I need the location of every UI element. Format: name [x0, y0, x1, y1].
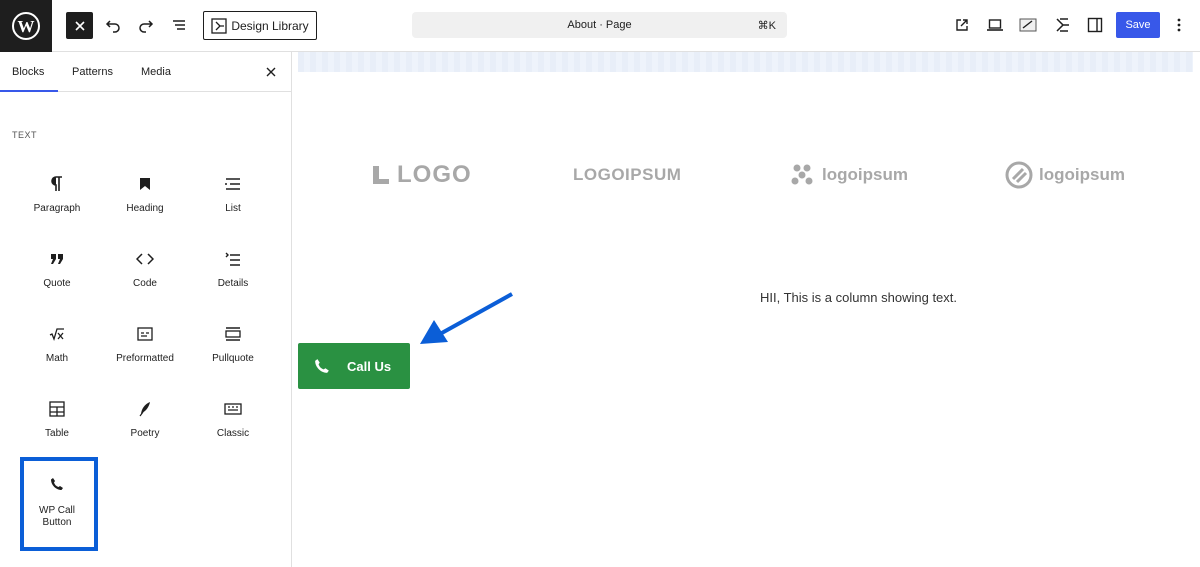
- block-label: Math: [45, 353, 69, 364]
- design-library-label: Design Library: [231, 18, 309, 33]
- list-view-icon: [173, 20, 185, 30]
- design-library-button[interactable]: Design Library: [203, 11, 317, 40]
- redo-button[interactable]: [135, 14, 157, 36]
- block-label: Poetry: [130, 428, 160, 439]
- block-label: Details: [217, 278, 249, 289]
- logo-4-text: logoipsum: [1039, 165, 1125, 184]
- block-label: Heading: [126, 203, 164, 214]
- block-list[interactable]: List: [193, 173, 273, 233]
- pattern-strip: [298, 52, 1193, 72]
- block-quote[interactable]: Quote: [17, 248, 97, 308]
- options-menu-button[interactable]: [1170, 15, 1188, 35]
- tab-blocks[interactable]: Blocks: [12, 66, 44, 78]
- logo-mark-icon: [373, 166, 389, 184]
- logo-4: logoipsum: [1005, 160, 1125, 190]
- save-button[interactable]: Save: [1116, 12, 1160, 38]
- logo-circle-icon: [1005, 161, 1033, 189]
- laptop-icon: [987, 19, 1003, 31]
- tab-patterns[interactable]: Patterns: [72, 66, 113, 78]
- call-us-label: Call Us: [347, 358, 392, 374]
- editor-top-bar: W Design Library About · Page ⌘K Save: [0, 0, 1200, 52]
- block-label: List: [225, 203, 241, 214]
- block-label: Classic: [216, 428, 250, 439]
- block-label: Preformatted: [116, 353, 174, 364]
- svg-text:W: W: [18, 17, 35, 36]
- block-classic[interactable]: Classic: [193, 398, 273, 458]
- block-heading[interactable]: Heading: [105, 173, 185, 233]
- wordpress-icon: W: [12, 12, 40, 40]
- block-inserter-panel: Blocks Patterns Media TEXT Paragraph Hea…: [0, 52, 292, 567]
- block-label: Pullquote: [212, 353, 254, 364]
- logo-1: LOGO: [371, 160, 472, 190]
- close-inserter-button[interactable]: [263, 64, 279, 80]
- block-label: Quote: [43, 278, 71, 289]
- command-shortcut: ⌘K: [757, 20, 776, 32]
- undo-icon: [105, 20, 120, 33]
- editor-canvas: LOGO LOGOIPSUM logoipsum logoipsum HII, …: [292, 52, 1200, 567]
- highlight-annotation-box: [20, 457, 98, 551]
- call-us-button[interactable]: Call Us: [298, 343, 410, 389]
- logo-1-text: LOGO: [397, 161, 472, 188]
- external-link-icon: [956, 19, 968, 31]
- block-poetry[interactable]: Poetry: [105, 398, 185, 458]
- design-library-icon: [211, 17, 227, 34]
- block-label: Paragraph: [33, 203, 81, 214]
- document-title-bar[interactable]: About · Page ⌘K: [412, 12, 787, 38]
- close-block-inserter-button[interactable]: [66, 12, 93, 39]
- logo-dots-icon: [791, 164, 813, 185]
- list-icon: [225, 178, 240, 190]
- document-title: About · Page: [567, 19, 632, 31]
- inserter-tabs: Blocks Patterns Media: [0, 52, 291, 92]
- table-icon: [49, 401, 65, 417]
- heading-icon: [140, 178, 150, 190]
- logo-3-text: logoipsum: [822, 165, 908, 184]
- annotation-arrow: [420, 292, 513, 344]
- block-details[interactable]: Details: [193, 248, 273, 308]
- math-icon: [49, 328, 64, 341]
- active-tab-indicator: [0, 90, 58, 92]
- block-label: Table: [45, 428, 69, 439]
- pullquote-icon: [225, 327, 241, 341]
- block-paragraph[interactable]: Paragraph: [17, 173, 97, 233]
- editor-plugin-button[interactable]: [1018, 15, 1038, 35]
- more-vertical-icon: [1177, 18, 1181, 32]
- preformatted-icon: [137, 327, 153, 341]
- view-page-button[interactable]: [952, 15, 972, 35]
- block-code[interactable]: Code: [105, 248, 185, 308]
- classic-icon: [224, 403, 242, 415]
- stackable-icon: [1056, 18, 1069, 32]
- sidebar-toggle-icon: [1087, 17, 1103, 33]
- block-pullquote[interactable]: Pullquote: [193, 323, 273, 383]
- phone-icon: [315, 359, 329, 373]
- block-preformatted[interactable]: Preformatted: [105, 323, 185, 383]
- quote-icon: [51, 254, 63, 264]
- undo-button[interactable]: [102, 14, 124, 36]
- edit-document-icon: [1019, 18, 1037, 32]
- design-library-toolbar-button[interactable]: [1052, 15, 1072, 35]
- block-table[interactable]: Table: [17, 398, 97, 458]
- block-math[interactable]: Math: [17, 323, 97, 383]
- details-icon: [225, 252, 240, 266]
- close-icon: [266, 67, 276, 77]
- close-icon: [74, 20, 85, 31]
- section-label-text: TEXT: [12, 130, 38, 140]
- code-icon: [136, 253, 154, 265]
- redo-icon: [139, 20, 154, 33]
- logo-2: LOGOIPSUM: [573, 160, 681, 190]
- document-overview-button[interactable]: [168, 14, 190, 36]
- column-text[interactable]: HII, This is a column showing text.: [760, 290, 957, 305]
- block-label: Code: [133, 278, 157, 289]
- paragraph-icon: [51, 176, 62, 191]
- logo-3: logoipsum: [790, 160, 908, 190]
- tab-media[interactable]: Media: [141, 66, 171, 78]
- logo-2-text: LOGOIPSUM: [573, 165, 682, 184]
- wordpress-logo-button[interactable]: W: [0, 0, 52, 52]
- settings-sidebar-button[interactable]: [1085, 15, 1105, 35]
- preview-device-button[interactable]: [985, 15, 1005, 35]
- poetry-icon: [139, 402, 150, 417]
